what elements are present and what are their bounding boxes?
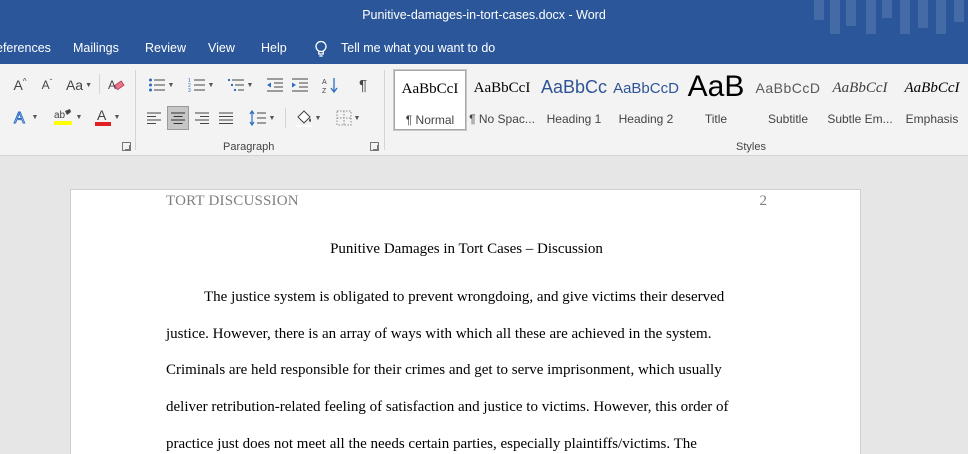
style-title[interactable]: AaB Title xyxy=(680,70,752,130)
align-center-icon xyxy=(171,112,185,124)
document-page[interactable]: TORT DISCUSSION 2 Punitive Damages in To… xyxy=(70,189,861,454)
style-preview: AaBbCcI xyxy=(904,80,960,96)
title-bar: Punitive-damages-in-tort-cases.docx - Wo… xyxy=(0,0,968,34)
style-name: Subtle Em... xyxy=(827,112,893,126)
increase-indent-button[interactable] xyxy=(289,75,311,95)
lightbulb-icon[interactable] xyxy=(314,40,328,58)
style-subtitle[interactable]: AaBbCcD Subtitle xyxy=(752,70,824,130)
change-case-button[interactable]: Aa ▼ xyxy=(62,75,96,95)
ribbon-tabs: eferences Mailings Review View Help Tell… xyxy=(0,34,968,64)
align-right-icon xyxy=(195,112,209,124)
tab-view[interactable]: View xyxy=(208,41,235,55)
style-name: Heading 1 xyxy=(546,112,602,126)
font-dialog-launcher[interactable] xyxy=(122,142,131,151)
style-normal[interactable]: AaBbCcI ¶ Normal xyxy=(394,70,466,130)
style-name: Title xyxy=(704,112,728,126)
font-color-icon: A xyxy=(94,107,111,126)
pilcrow-icon: ¶ xyxy=(358,76,368,94)
style-preview: AaB xyxy=(687,70,745,103)
svg-text:3: 3 xyxy=(188,88,191,93)
decrease-indent-icon xyxy=(267,78,283,92)
eraser-icon: A xyxy=(108,78,125,92)
svg-text:A: A xyxy=(97,107,107,123)
show-formatting-marks-button[interactable]: ¶ xyxy=(352,75,374,95)
align-left-icon xyxy=(147,112,161,124)
sort-button[interactable]: A Z xyxy=(320,75,342,95)
decrease-indent-button[interactable] xyxy=(264,75,286,95)
style-name: ¶ No Spac... xyxy=(469,112,535,126)
style-name: Subtitle xyxy=(767,112,809,126)
text-highlight-color-button[interactable]: ab ▼ xyxy=(48,106,86,128)
title-bar-pattern xyxy=(808,0,968,34)
style-emphasis[interactable]: AaBbCcI Emphasis xyxy=(896,70,968,130)
tab-mailings[interactable]: Mailings xyxy=(73,41,119,55)
paragraph-line: justice. However, there is an array of w… xyxy=(166,326,712,342)
change-case-label: Aa xyxy=(65,77,84,93)
font-color-button[interactable]: A ▼ xyxy=(88,106,126,128)
style-name: Emphasis xyxy=(905,112,959,126)
style-preview: AaBbCcD xyxy=(613,80,679,97)
running-header: TORT DISCUSSION xyxy=(166,193,299,209)
style-preview: AaBbCcI xyxy=(832,80,888,96)
paragraph-line: Criminals are held responsible for their… xyxy=(166,362,722,378)
highlighter-icon: ab xyxy=(53,109,72,125)
svg-text:A: A xyxy=(108,78,116,92)
tab-review[interactable]: Review xyxy=(145,41,186,55)
bullets-icon xyxy=(148,78,165,92)
numbering-button[interactable]: 1 2 3 ▼ xyxy=(184,75,218,95)
multilevel-list-button[interactable]: ▼ xyxy=(222,75,258,95)
justify-icon xyxy=(219,112,233,124)
numbering-icon: 1 2 3 xyxy=(188,78,205,93)
paragraph-line: practice just does not meet all the need… xyxy=(166,436,697,452)
page-number: 2 xyxy=(759,193,768,209)
text-effects-icon: A xyxy=(13,110,25,127)
style-heading-1[interactable]: AaBbCc Heading 1 xyxy=(538,70,610,130)
paragraph-dialog-launcher[interactable] xyxy=(370,142,379,151)
svg-text:A: A xyxy=(14,110,25,126)
style-preview: AaBbCc xyxy=(540,77,608,97)
bullets-button[interactable]: ▼ xyxy=(144,75,178,95)
style-preview: AaBbCcI xyxy=(401,81,459,97)
increase-indent-icon xyxy=(292,78,308,92)
tab-help[interactable]: Help xyxy=(261,41,287,55)
svg-text:ab: ab xyxy=(54,110,66,121)
style-no-spacing[interactable]: AaBbCcI ¶ No Spac... xyxy=(466,70,538,130)
style-preview: AaBbCcI xyxy=(473,80,531,96)
multilevel-list-icon xyxy=(227,79,244,91)
clear-formatting-button[interactable]: A xyxy=(104,75,128,95)
line-spacing-icon xyxy=(249,110,266,126)
shading-button[interactable]: ▼ xyxy=(290,107,326,129)
document-title: Punitive Damages in Tort Cases – Discuss… xyxy=(330,241,603,257)
align-right-button[interactable] xyxy=(192,107,212,129)
paragraph-group-label: Paragraph xyxy=(223,141,275,153)
borders-button[interactable]: ▼ xyxy=(330,107,366,129)
text-effects-button[interactable]: A ▼ xyxy=(8,106,42,128)
paragraph-line: The justice system is obligated to preve… xyxy=(204,289,725,305)
style-heading-2[interactable]: AaBbCcD Heading 2 xyxy=(610,70,682,130)
tab-references[interactable]: eferences xyxy=(0,41,51,55)
justify-button[interactable] xyxy=(216,107,236,129)
align-left-button[interactable] xyxy=(144,107,164,129)
grow-font-button[interactable]: A ^ xyxy=(4,75,36,95)
paint-bucket-icon xyxy=(295,110,312,127)
line-spacing-button[interactable]: ▼ xyxy=(245,107,279,129)
ribbon: A ^ Aˇ Aa ▼ A A ▼ ab ▼ A ▼ ▼ 1 2 3 ▼ ▼ A… xyxy=(0,64,968,156)
shrink-font-button[interactable]: Aˇ xyxy=(34,75,60,95)
svg-text:Z: Z xyxy=(322,88,327,94)
borders-icon xyxy=(336,110,352,126)
styles-gallery: AaBbCcI ¶ Normal AaBbCcI ¶ No Spac... Aa… xyxy=(392,70,968,132)
style-subtle-emphasis[interactable]: AaBbCcI Subtle Em... xyxy=(824,70,896,130)
style-name: ¶ Normal xyxy=(405,113,455,127)
style-preview: AaBbCcD xyxy=(755,80,821,96)
sort-icon: A Z xyxy=(322,78,338,94)
style-name: Heading 2 xyxy=(618,112,674,126)
align-center-button[interactable] xyxy=(167,106,189,130)
paragraph-line: deliver retribution-related feeling of s… xyxy=(166,399,729,415)
svg-text:A: A xyxy=(322,79,327,86)
tell-me-search[interactable]: Tell me what you want to do xyxy=(341,41,495,55)
styles-group-label: Styles xyxy=(736,141,766,153)
